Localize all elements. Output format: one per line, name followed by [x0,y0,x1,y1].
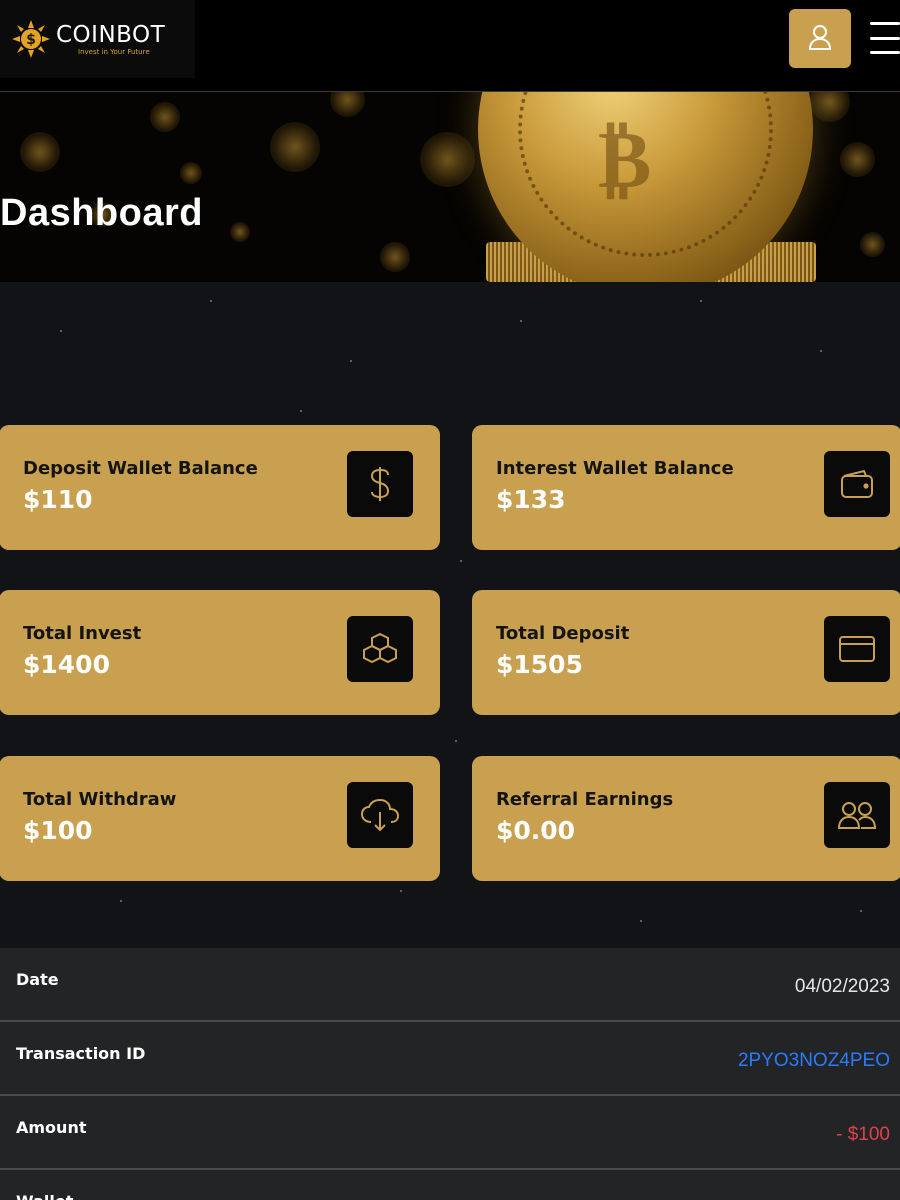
table-row: Transaction ID 2PYO3NOZ4PEO [0,1022,900,1096]
card-label: Referral Earnings [496,789,674,810]
hamburger-menu-button[interactable] [870,22,900,54]
logo[interactable]: $ COINBOT Invest in Your Future [0,0,195,78]
card-label: Interest Wallet Balance [496,458,734,479]
cubes-icon [347,616,413,682]
cloud-download-icon [347,782,413,848]
card-value: $1400 [23,650,110,679]
total-invest-card[interactable]: Total Invest $1400 [0,590,440,715]
card-value: $110 [23,485,93,514]
card-label: Total Deposit [496,623,630,644]
transaction-id-value[interactable]: 2PYO3NOZ4PEO [738,1050,890,1072]
users-icon [824,782,890,848]
table-row: Date 04/02/2023 [0,948,900,1022]
wallet-label: Wallet [16,1192,73,1200]
logo-name: COINBOT [56,21,166,48]
card-value: $133 [496,485,566,514]
hero-banner: ₿ Dashboard [0,92,900,282]
card-value: $1505 [496,650,583,679]
transaction-table: Date 04/02/2023 Transaction ID 2PYO3NOZ4… [0,948,900,1200]
logo-tagline: Invest in Your Future [78,47,150,56]
dollar-icon [347,451,413,517]
interest-wallet-card[interactable]: Interest Wallet Balance $133 [472,425,900,550]
total-withdraw-card[interactable]: Total Withdraw $100 [0,756,440,881]
card-label: Total Withdraw [23,789,177,810]
date-value: 04/02/2023 [794,976,890,997]
table-row: Amount - $100 [0,1096,900,1170]
card-label: Total Invest [23,623,142,644]
credit-card-icon [824,616,890,682]
total-deposit-card[interactable]: Total Deposit $1505 [472,590,900,715]
transaction-id-label: Transaction ID [16,1044,146,1063]
hamburger-icon [870,22,900,25]
user-icon [808,24,832,54]
card-value: $100 [23,816,93,845]
top-navbar: $ COINBOT Invest in Your Future [0,0,900,92]
coin-logo-icon: $ [12,20,50,58]
card-label: Deposit Wallet Balance [23,458,258,479]
card-value: $0.00 [496,816,576,845]
svg-text:$: $ [26,32,36,48]
page-title: Dashboard [0,192,203,234]
wallet-icon [824,451,890,517]
amount-value: - $100 [836,1124,890,1145]
user-account-button[interactable] [789,9,851,68]
referral-earnings-card[interactable]: Referral Earnings $0.00 [472,756,900,881]
date-label: Date [16,970,59,989]
deposit-wallet-card[interactable]: Deposit Wallet Balance $110 [0,425,440,550]
amount-label: Amount [16,1118,87,1137]
table-row: Wallet [0,1170,900,1200]
